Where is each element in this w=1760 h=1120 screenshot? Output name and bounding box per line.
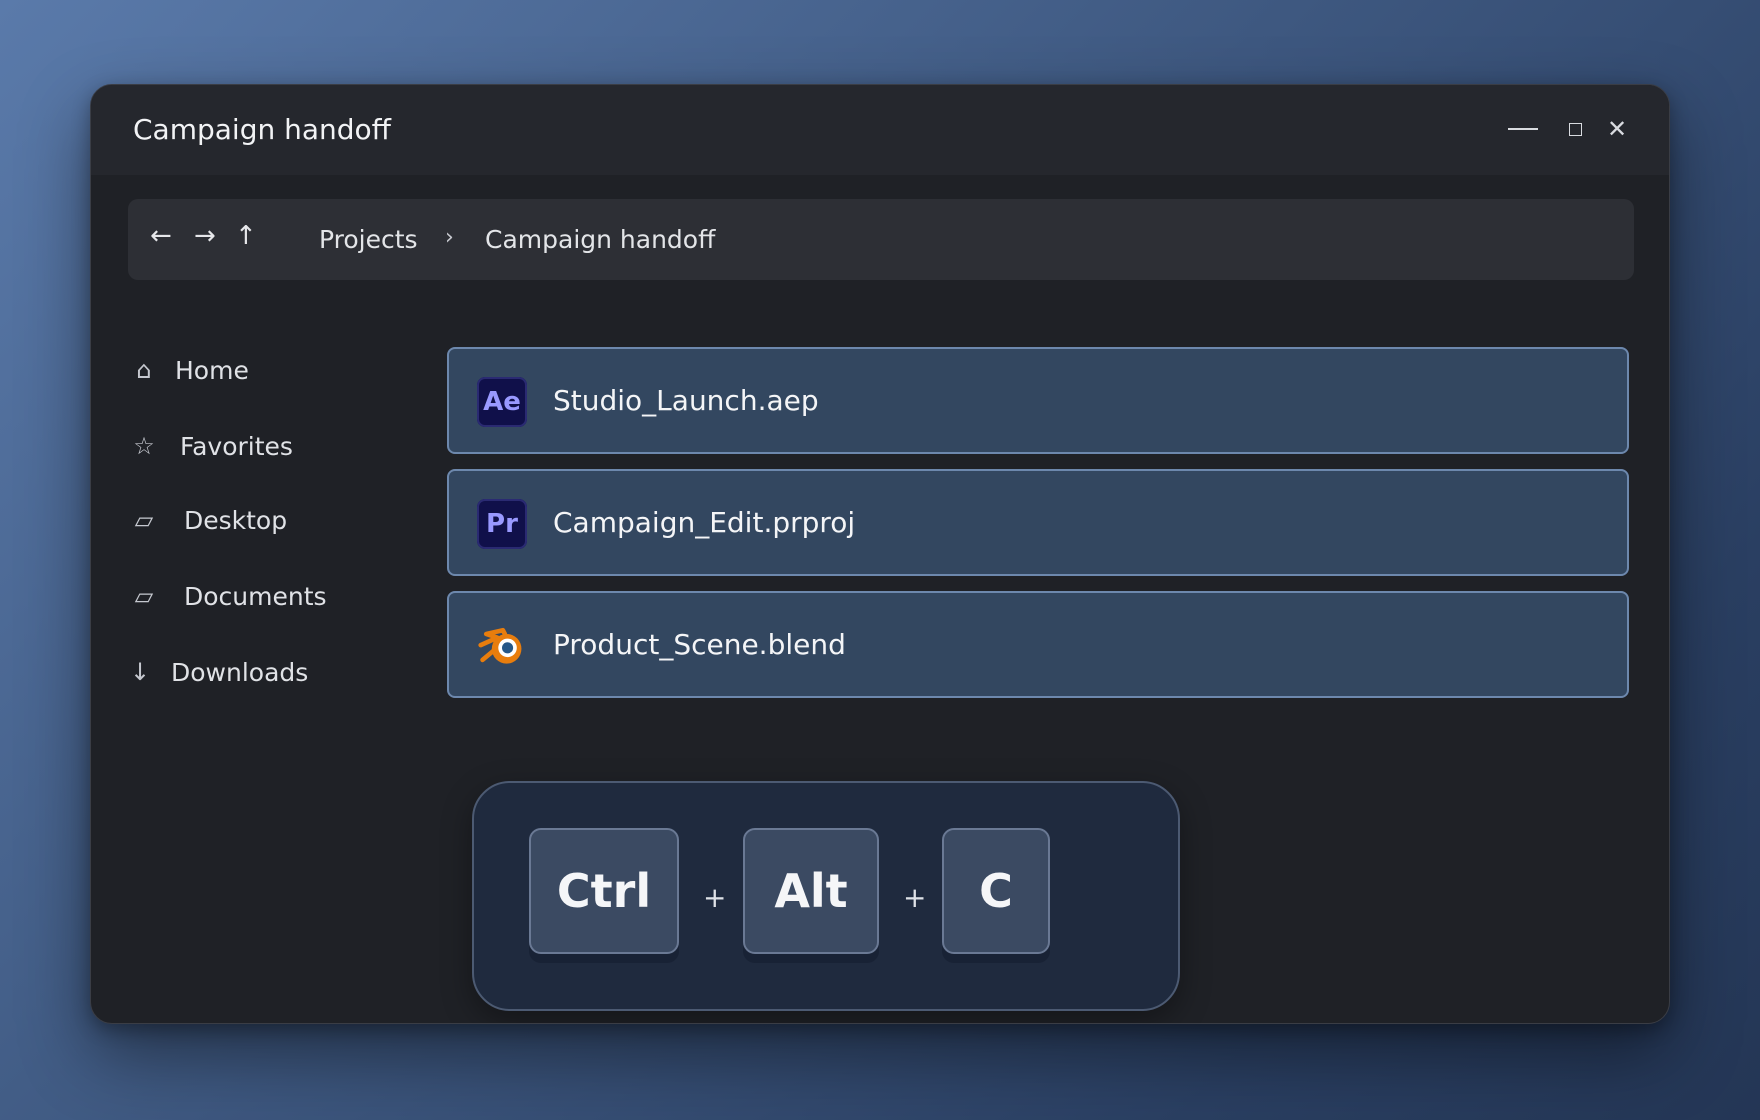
- minimize-button[interactable]: [1503, 107, 1543, 151]
- plus-sign: +: [903, 881, 927, 914]
- up-button[interactable]: ↑: [235, 221, 257, 251]
- key-ctrl: Ctrl: [529, 828, 679, 954]
- close-button[interactable]: ✕: [1597, 107, 1637, 151]
- arrow-left-icon: ←: [150, 221, 172, 251]
- file-row-product-scene[interactable]: Product_Scene.blend: [447, 591, 1629, 698]
- forward-button[interactable]: →: [194, 221, 216, 251]
- keyboard-shortcut-overlay: Ctrl + Alt + C: [472, 781, 1180, 1011]
- file-explorer-window: Campaign handoff ✕ ← → ↑ Projects › Camp…: [90, 84, 1670, 1024]
- premiere-pro-icon: Pr: [477, 499, 527, 549]
- sidebar-item-label: Downloads: [171, 658, 309, 687]
- address-bar: ← → ↑ Projects › Campaign handoff: [128, 199, 1634, 280]
- download-icon: ↓: [129, 658, 151, 686]
- sidebar-item-desktop[interactable]: ▱ Desktop: [91, 500, 411, 544]
- maximize-button[interactable]: [1555, 107, 1595, 151]
- sidebar-item-favorites[interactable]: ☆ Favorites: [91, 426, 411, 470]
- key-alt: Alt: [743, 828, 879, 954]
- file-row-studio-launch[interactable]: Ae Studio_Launch.aep: [447, 347, 1629, 454]
- blender-icon: [477, 621, 527, 671]
- close-icon: ✕: [1606, 115, 1628, 143]
- sidebar-item-label: Desktop: [184, 506, 288, 535]
- file-row-campaign-edit[interactable]: Pr Campaign_Edit.prproj: [447, 469, 1629, 576]
- star-icon: ☆: [133, 432, 155, 460]
- breadcrumb-current[interactable]: Campaign handoff: [485, 225, 715, 254]
- plus-sign: +: [703, 881, 727, 914]
- folder-icon: ▱: [134, 582, 154, 610]
- breadcrumb-separator: ›: [445, 225, 454, 250]
- file-name: Campaign_Edit.prproj: [553, 506, 856, 539]
- key-c: C: [942, 828, 1050, 954]
- back-button[interactable]: ←: [150, 221, 172, 251]
- sidebar-item-downloads[interactable]: ↓ Downloads: [91, 652, 411, 696]
- sidebar-item-home[interactable]: ⌂ Home: [91, 350, 411, 394]
- title-bar: Campaign handoff ✕: [91, 85, 1669, 175]
- sidebar-item-label: Documents: [184, 582, 327, 611]
- file-name: Product_Scene.blend: [553, 628, 846, 661]
- arrow-right-icon: →: [194, 221, 216, 251]
- minimize-icon: [1508, 128, 1538, 130]
- window-title: Campaign handoff: [133, 113, 391, 146]
- file-name: Studio_Launch.aep: [553, 384, 819, 417]
- breadcrumb-projects[interactable]: Projects: [319, 225, 418, 254]
- after-effects-icon: Ae: [477, 377, 527, 427]
- monitor-icon: ▱: [134, 506, 154, 534]
- sidebar-item-label: Favorites: [180, 432, 293, 461]
- maximize-icon: [1568, 122, 1582, 136]
- sidebar-item-documents[interactable]: ▱ Documents: [91, 576, 411, 620]
- home-icon: ⌂: [136, 356, 152, 384]
- arrow-up-icon: ↑: [235, 221, 257, 251]
- sidebar-item-label: Home: [175, 356, 249, 385]
